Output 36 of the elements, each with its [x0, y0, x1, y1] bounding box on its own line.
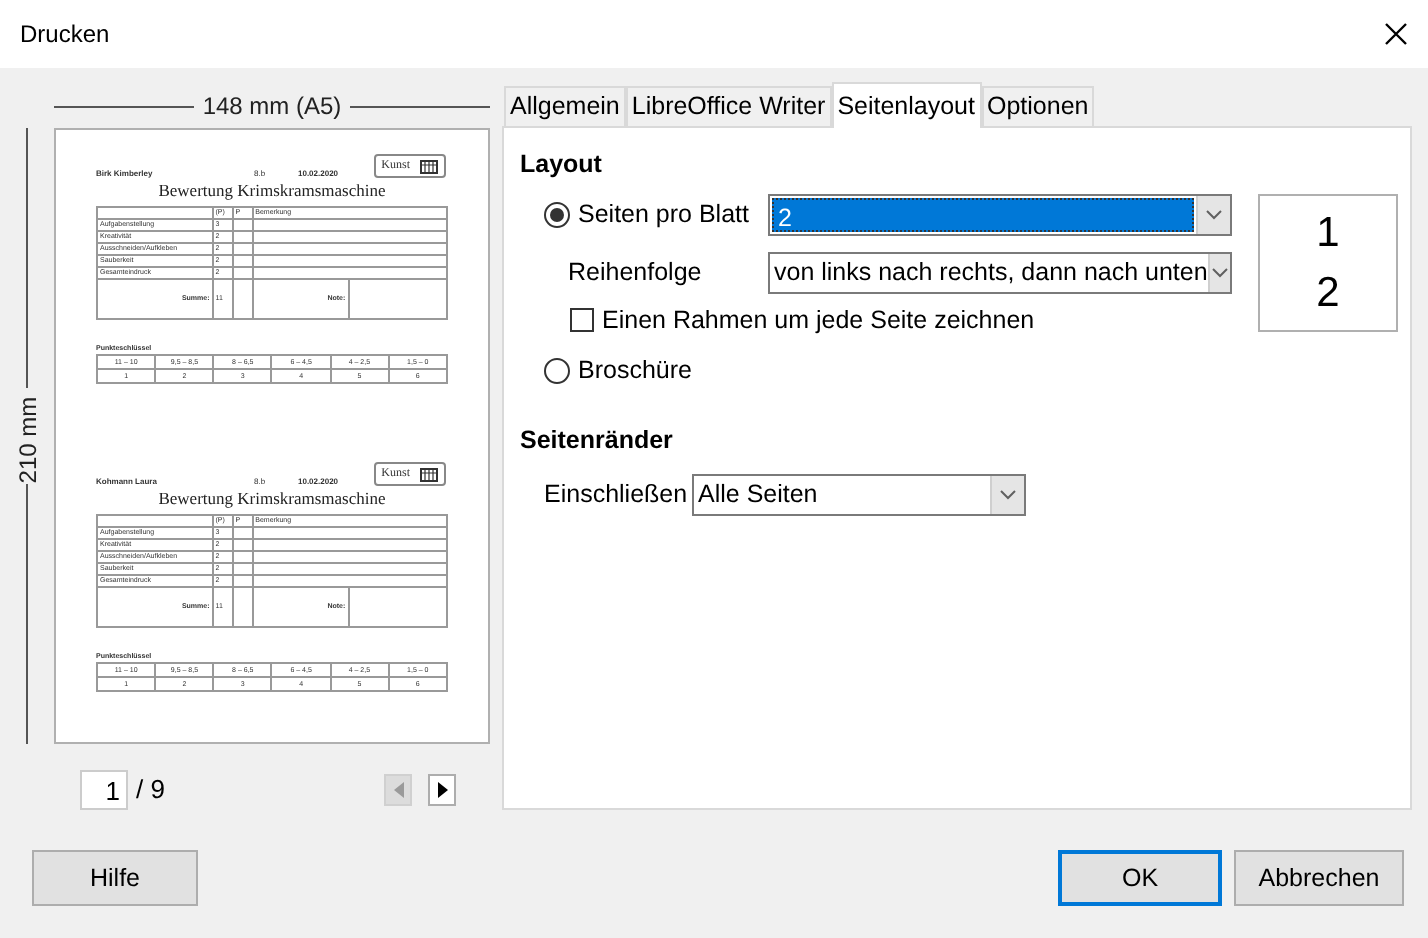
radio-button[interactable] [544, 357, 570, 383]
tab[interactable]: Seitenlayout [831, 82, 981, 128]
right-triangle-icon [437, 782, 448, 798]
next-page-button[interactable] [428, 774, 457, 806]
tab[interactable]: Allgemein [504, 86, 626, 126]
tab[interactable]: LibreOffice Writer [625, 86, 832, 126]
page-number: 1 [1316, 211, 1340, 255]
sheet-title: Bewertung Krimskramsmaschine [156, 486, 388, 510]
chevron-down-icon [1211, 267, 1228, 277]
page-number: 2 [1316, 271, 1340, 315]
radio-button[interactable] [544, 201, 570, 227]
include-dropdown[interactable]: Alle Seiten [692, 473, 1026, 515]
dialog-button[interactable]: Abbrechen [1234, 850, 1404, 906]
chevron-down-icon [1000, 489, 1016, 499]
page-total: / 9 [136, 772, 165, 809]
width-label: 148 mm (A5) [202, 90, 342, 124]
chevron-down-icon [1206, 209, 1222, 219]
section-heading: Layout [520, 148, 602, 180]
checkbox[interactable] [570, 308, 594, 332]
sheet-title: Bewertung Krimskramsmaschine [156, 178, 388, 202]
field-label: Einschließen [544, 479, 688, 508]
tab[interactable]: Optionen [981, 86, 1095, 126]
page-number-field[interactable]: 1 [80, 770, 128, 810]
left-triangle-icon [393, 782, 404, 798]
field-label: Reihenfolge [568, 257, 702, 286]
radio-label: Broschüre [578, 353, 692, 388]
section-heading: Seitenränder [520, 424, 673, 456]
order-dropdown[interactable]: von links nach rechts, dann nach unten [768, 251, 1232, 293]
radio-label: Seiten pro Blatt [578, 197, 749, 232]
dialog-button[interactable]: OK [1058, 850, 1222, 906]
checkbox-label: Einen Rahmen um jede Seite zeichnen [602, 303, 1035, 338]
dialog-button[interactable]: Hilfe [32, 850, 198, 906]
height-label: 210 mm [11, 394, 43, 488]
pages-per-sheet-dropdown[interactable]: 2 [768, 193, 1232, 235]
close-icon[interactable] [1384, 22, 1408, 46]
window-title: Drucken [20, 18, 110, 52]
